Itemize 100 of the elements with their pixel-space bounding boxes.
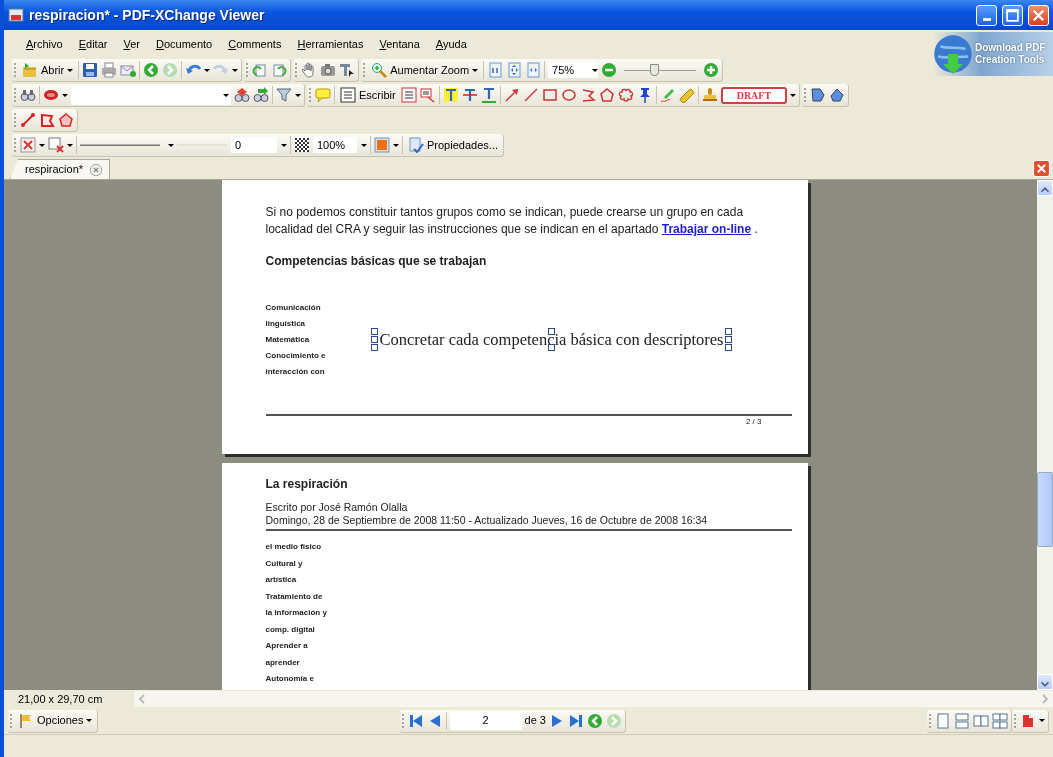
- caret-icon[interactable]: [361, 143, 367, 147]
- rotate-left-icon[interactable]: [252, 62, 269, 78]
- actual-size-icon[interactable]: [487, 62, 504, 78]
- eraser-icon[interactable]: [678, 87, 695, 103]
- menu-item[interactable]: Herramientas: [289, 33, 372, 55]
- text-box-icon[interactable]: [400, 87, 417, 103]
- caret-icon[interactable]: [204, 68, 211, 72]
- camera-icon[interactable]: [320, 62, 337, 78]
- binoculars-icon[interactable]: [20, 87, 36, 103]
- underline-icon[interactable]: [480, 87, 497, 103]
- stamp-button[interactable]: DRAFT: [720, 86, 788, 104]
- search-field[interactable]: [71, 85, 231, 105]
- slider-thumb[interactable]: [650, 64, 660, 76]
- caret-icon[interactable]: [223, 93, 229, 97]
- distance-icon[interactable]: [20, 112, 36, 128]
- caret-icon[interactable]: [393, 143, 399, 147]
- page-count: de 3: [524, 713, 546, 729]
- perimeter-icon[interactable]: [39, 112, 55, 128]
- zoom-in-button[interactable]: Aumentar Zoom: [369, 60, 481, 80]
- caret-icon[interactable]: [232, 68, 239, 72]
- menu-item[interactable]: Ayuda: [427, 33, 475, 55]
- selected-text[interactable]: Concretar cada competencia básica con descriptores: [370, 328, 733, 352]
- zoom-field[interactable]: 75%: [548, 61, 599, 79]
- fill-color-icon[interactable]: [48, 137, 64, 153]
- caret-icon[interactable]: [39, 143, 45, 147]
- caret-icon[interactable]: [67, 143, 73, 147]
- stamp-icon[interactable]: [701, 87, 718, 103]
- first-page-icon[interactable]: [407, 712, 424, 729]
- arrow-icon[interactable]: [503, 87, 520, 103]
- print-icon[interactable]: [101, 62, 118, 78]
- close-icon[interactable]: [89, 162, 104, 177]
- byline-text: Domingo, 28 de Septiembre de 2008 11:50 - Actualizado Jueves, 16 de Octubre de 2008 16:34: [265, 514, 709, 527]
- caret-icon[interactable]: [86, 719, 93, 722]
- typewriter-button[interactable]: Escribir: [338, 85, 398, 105]
- close-button[interactable]: [1028, 4, 1049, 26]
- page-number: 2 / 3: [744, 416, 763, 428]
- menu-item[interactable]: Documento: [147, 33, 221, 55]
- ask-icon[interactable]: [43, 87, 59, 103]
- caret-icon[interactable]: [592, 68, 599, 72]
- cloud-icon[interactable]: [617, 87, 634, 103]
- email-icon[interactable]: [120, 62, 137, 78]
- continuous-icon[interactable]: [954, 712, 970, 729]
- facing-continuous-icon[interactable]: [992, 712, 1008, 729]
- caret-icon[interactable]: [295, 93, 301, 97]
- caret-icon[interactable]: [472, 68, 479, 72]
- scrollbar-thumb[interactable]: [1037, 472, 1053, 547]
- line-icon[interactable]: [522, 87, 539, 103]
- scroll-down-button[interactable]: [1037, 674, 1053, 690]
- shape-icon[interactable]: [829, 87, 846, 103]
- table-label: Conocimiento e: [265, 350, 327, 362]
- section-heading: Competencias básicas que se trabajan: [265, 253, 488, 270]
- border-color-icon[interactable]: [20, 137, 36, 153]
- link[interactable]: Trabajar on-line: [661, 222, 752, 236]
- menu-item[interactable]: Comments: [220, 33, 290, 55]
- area-icon[interactable]: [58, 112, 74, 128]
- page-field[interactable]: 2: [449, 711, 522, 730]
- document-tab[interactable]: respiracion*: [10, 159, 111, 179]
- maximize-button[interactable]: [1002, 4, 1023, 26]
- back-icon[interactable]: [143, 62, 160, 78]
- polygon-icon[interactable]: [598, 87, 615, 103]
- fit-page-icon[interactable]: [506, 62, 523, 78]
- paragraph: Si no podemos constituir tantos grupos como se indican, puede crearse un grupo en cada localidad del CRA y seguir las instrucciones que se indican en el apartado Trabajar on-line .: [265, 204, 759, 238]
- caret-icon[interactable]: [281, 143, 287, 147]
- menu-item[interactable]: Ventana: [371, 33, 428, 55]
- last-page-icon[interactable]: [567, 712, 584, 729]
- shape-icon[interactable]: [810, 87, 827, 103]
- table-label: Autonomía e: [265, 673, 315, 685]
- rotate-right-icon[interactable]: [271, 62, 288, 78]
- save-icon[interactable]: [82, 62, 99, 78]
- checkerboard-icon[interactable]: [294, 137, 310, 153]
- funnel-icon[interactable]: [276, 87, 292, 103]
- rectangle-icon[interactable]: [541, 87, 558, 103]
- zoom-in-icon[interactable]: [703, 62, 720, 78]
- caret-icon[interactable]: [168, 143, 174, 147]
- find-previous-icon[interactable]: [234, 87, 250, 103]
- back-icon[interactable]: [586, 712, 603, 729]
- table-label: Tratamiento de: [265, 590, 324, 603]
- article-title: La respiración: [265, 476, 349, 493]
- pencil-icon[interactable]: [659, 87, 676, 103]
- callout-icon[interactable]: [419, 87, 436, 103]
- menu-item[interactable]: Editar: [70, 33, 116, 55]
- ellipse-icon[interactable]: [560, 87, 577, 103]
- caret-icon[interactable]: [1039, 719, 1045, 722]
- properties-button[interactable]: Propiedades...: [406, 135, 500, 155]
- caret-icon[interactable]: [62, 93, 68, 97]
- scroll-up-button[interactable]: [1037, 180, 1053, 196]
- document-icon[interactable]: [1020, 712, 1036, 729]
- strikeout-icon[interactable]: [461, 87, 478, 103]
- text-select-icon[interactable]: [339, 62, 356, 78]
- line-width-field[interactable]: 0: [177, 136, 287, 154]
- caret-icon[interactable]: [67, 68, 74, 72]
- minimize-button[interactable]: [976, 4, 997, 26]
- find-next-icon[interactable]: [253, 87, 269, 103]
- color-icon[interactable]: [374, 137, 390, 153]
- table-label: aprender: [265, 656, 301, 669]
- caret-icon[interactable]: [790, 93, 797, 97]
- menu-item[interactable]: Archivo: [18, 33, 71, 55]
- highlight-icon[interactable]: [442, 87, 459, 103]
- menu-item[interactable]: Ver: [115, 33, 148, 55]
- facing-icon[interactable]: [973, 712, 989, 729]
